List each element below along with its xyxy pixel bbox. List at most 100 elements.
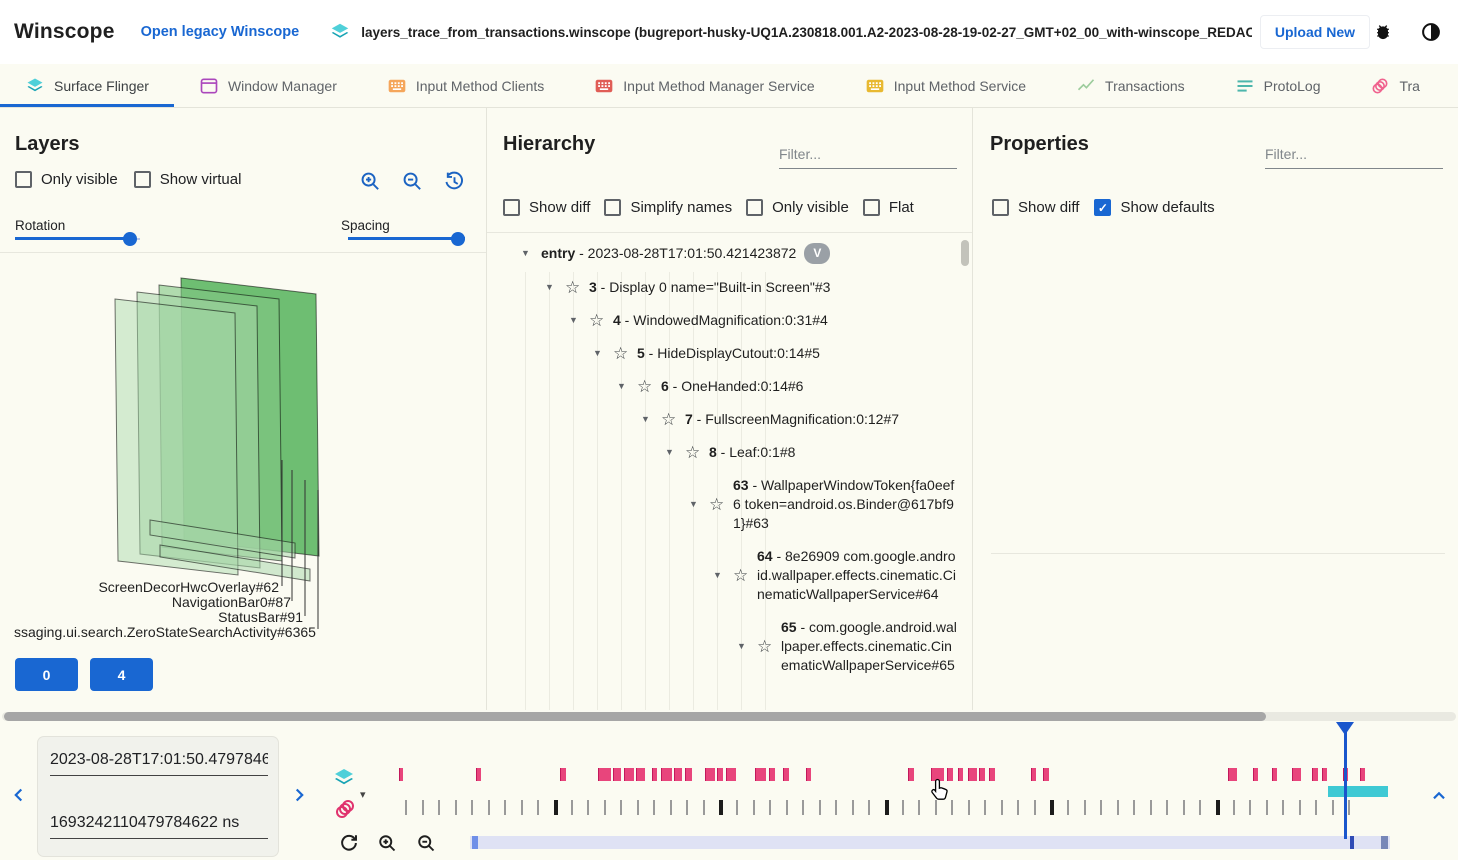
lines-icon <box>1235 76 1255 96</box>
scrollbar-thumb[interactable] <box>4 712 1266 721</box>
reset-view-icon[interactable] <box>443 170 466 193</box>
transitions-trace-icon[interactable] <box>333 797 357 821</box>
transition-trace-tick <box>488 800 490 815</box>
trace-selector-caret-icon[interactable]: ▾ <box>360 788 366 801</box>
pin-star-icon[interactable]: ☆ <box>589 312 607 329</box>
checkbox-box[interactable] <box>992 199 1009 216</box>
human-timestamp-field[interactable]: 2023-08-28T17:01:50.4797846 <box>50 751 268 776</box>
show-diff-checkbox[interactable]: Show diff <box>992 199 1079 216</box>
hierarchy-filter-input[interactable] <box>779 142 957 169</box>
transition-trace-tick <box>620 800 622 815</box>
tree-node-6[interactable]: ▼☆6 - OneHanded:0:14#6 <box>487 370 958 403</box>
previous-entry-button[interactable] <box>8 784 30 806</box>
pin-star-icon[interactable]: ☆ <box>733 567 751 584</box>
collapse-caret-icon[interactable]: ▼ <box>663 443 676 462</box>
checkbox-box[interactable] <box>863 199 880 216</box>
tab-window-manager[interactable]: Window Manager <box>174 64 362 107</box>
tab-surface-flinger[interactable]: Surface Flinger <box>0 64 174 107</box>
checkbox-box[interactable]: ✓ <box>1094 199 1111 216</box>
pin-star-icon[interactable]: ☆ <box>565 279 583 296</box>
layer-id-button-0[interactable]: 0 <box>15 658 78 691</box>
sf-trace-event-mark <box>979 768 985 781</box>
pin-star-icon[interactable]: ☆ <box>709 496 727 513</box>
zoom-in-icon[interactable] <box>359 170 382 193</box>
pin-star-icon[interactable]: ☆ <box>613 345 631 362</box>
layer-id-button-4[interactable]: 4 <box>90 658 153 691</box>
tree-node-64[interactable]: ▼☆64 - 8e26909 com.google.android.wallpa… <box>487 540 958 611</box>
show-defaults-checkbox[interactable]: ✓ Show defaults <box>1094 199 1214 216</box>
transition-trace-tick <box>554 800 558 815</box>
ns-timestamp-field[interactable]: 1693242110479784622 ns <box>50 814 268 839</box>
collapse-caret-icon[interactable]: ▼ <box>567 311 580 330</box>
timestamp-box: 2023-08-28T17:01:50.4797846 169324211047… <box>38 737 278 856</box>
show-virtual-checkbox[interactable]: Show virtual <box>134 171 242 188</box>
collapse-caret-icon[interactable]: ▼ <box>735 637 748 656</box>
next-entry-button[interactable] <box>288 784 310 806</box>
checkbox-box[interactable] <box>604 199 621 216</box>
simplify-names-checkbox[interactable]: Simplify names <box>604 199 732 216</box>
tree-node-65[interactable]: ▼☆65 - com.google.android.wallpaper.effe… <box>487 611 958 682</box>
dark-mode-icon[interactable] <box>1418 19 1444 45</box>
pin-star-icon[interactable]: ☆ <box>685 444 703 461</box>
transition-trace-tick <box>968 800 970 815</box>
collapse-caret-icon[interactable]: ▼ <box>711 566 724 585</box>
tree-node-4[interactable]: ▼☆4 - WindowedMagnification:0:31#4 <box>487 304 958 337</box>
timeline-zoom-out-icon[interactable] <box>416 833 437 854</box>
tab-input-method-clients[interactable]: Input Method Clients <box>362 64 569 107</box>
timeline-zoom-in-icon[interactable] <box>377 833 398 854</box>
zoom-strip-mark <box>472 836 478 849</box>
checkbox-box[interactable] <box>746 199 763 216</box>
slider-thumb[interactable] <box>451 232 465 246</box>
collapse-caret-icon[interactable]: ▼ <box>615 377 628 396</box>
only-visible-checkbox[interactable]: Only visible <box>15 171 118 188</box>
flat-checkbox[interactable]: Flat <box>863 199 914 216</box>
tree-node-entry[interactable]: ▼entry - 2023-08-28T17:01:50.421423872V <box>487 236 958 271</box>
pin-star-icon[interactable]: ☆ <box>757 638 775 655</box>
properties-filter-input[interactable] <box>1265 142 1443 169</box>
scrollbar-thumb[interactable] <box>961 240 969 266</box>
collapse-caret-icon[interactable]: ▼ <box>687 495 700 514</box>
tree-node-7[interactable]: ▼☆7 - FullscreenMagnification:0:12#7 <box>487 403 958 436</box>
tab-input-method-manager-service[interactable]: Input Method Manager Service <box>569 64 839 107</box>
collapse-caret-icon[interactable]: ▼ <box>591 344 604 363</box>
bug-report-icon[interactable] <box>1370 19 1396 45</box>
tree-node-8[interactable]: ▼☆8 - Leaf:0:1#8 <box>487 436 958 469</box>
zoom-out-icon[interactable] <box>401 170 424 193</box>
spacing-slider-label: Spacing <box>341 218 390 233</box>
transition-trace-tick <box>951 800 953 815</box>
open-legacy-winscope-link[interactable]: Open legacy Winscope <box>141 24 300 40</box>
hierarchy-scrollbar[interactable] <box>961 238 969 702</box>
collapse-caret-icon[interactable]: ▼ <box>639 410 652 429</box>
transition-trace-tick <box>1166 800 1168 815</box>
checkbox-box[interactable] <box>503 199 520 216</box>
slider-thumb[interactable] <box>123 232 137 246</box>
tree-node-3[interactable]: ▼☆3 - Display 0 name="Built-in Screen"#3 <box>487 271 958 304</box>
tab-transactions[interactable]: Transactions <box>1051 64 1210 107</box>
refresh-icon[interactable] <box>338 832 360 854</box>
tab-tra[interactable]: Tra <box>1345 64 1444 107</box>
pin-star-icon[interactable]: ☆ <box>637 378 655 395</box>
checkbox-label: Show diff <box>529 199 590 216</box>
timeline-cursor-line[interactable] <box>1344 723 1347 839</box>
collapse-caret-icon[interactable]: ▼ <box>543 278 556 297</box>
only-visible-checkbox[interactable]: Only visible <box>746 199 849 216</box>
spacing-slider[interactable] <box>348 232 465 246</box>
layer-label: StatusBar#91 <box>218 609 303 625</box>
upload-new-button[interactable]: Upload New <box>1260 15 1370 49</box>
transition-trace-tick <box>885 800 889 815</box>
tree-node-5[interactable]: ▼☆5 - HideDisplayCutout:0:14#5 <box>487 337 958 370</box>
checkbox-box[interactable] <box>15 171 32 188</box>
checkbox-box[interactable] <box>134 171 151 188</box>
expand-timeline-button[interactable] <box>1428 785 1450 807</box>
rotation-slider[interactable] <box>15 232 140 246</box>
transition-trace-tick <box>1084 800 1086 815</box>
collapse-caret-icon[interactable]: ▼ <box>519 244 532 263</box>
timeline-scrollbar[interactable] <box>2 712 1456 721</box>
tab-input-method-service[interactable]: Input Method Service <box>840 64 1051 107</box>
surface-flinger-trace-icon[interactable] <box>332 766 356 790</box>
timeline-zoom-strip[interactable] <box>470 836 1390 849</box>
show-diff-checkbox[interactable]: Show diff <box>503 199 590 216</box>
pin-star-icon[interactable]: ☆ <box>661 411 679 428</box>
tree-node-63[interactable]: ▼☆63 - WallpaperWindowToken{fa0eef6 toke… <box>487 469 958 540</box>
tab-protolog[interactable]: ProtoLog <box>1210 64 1346 107</box>
